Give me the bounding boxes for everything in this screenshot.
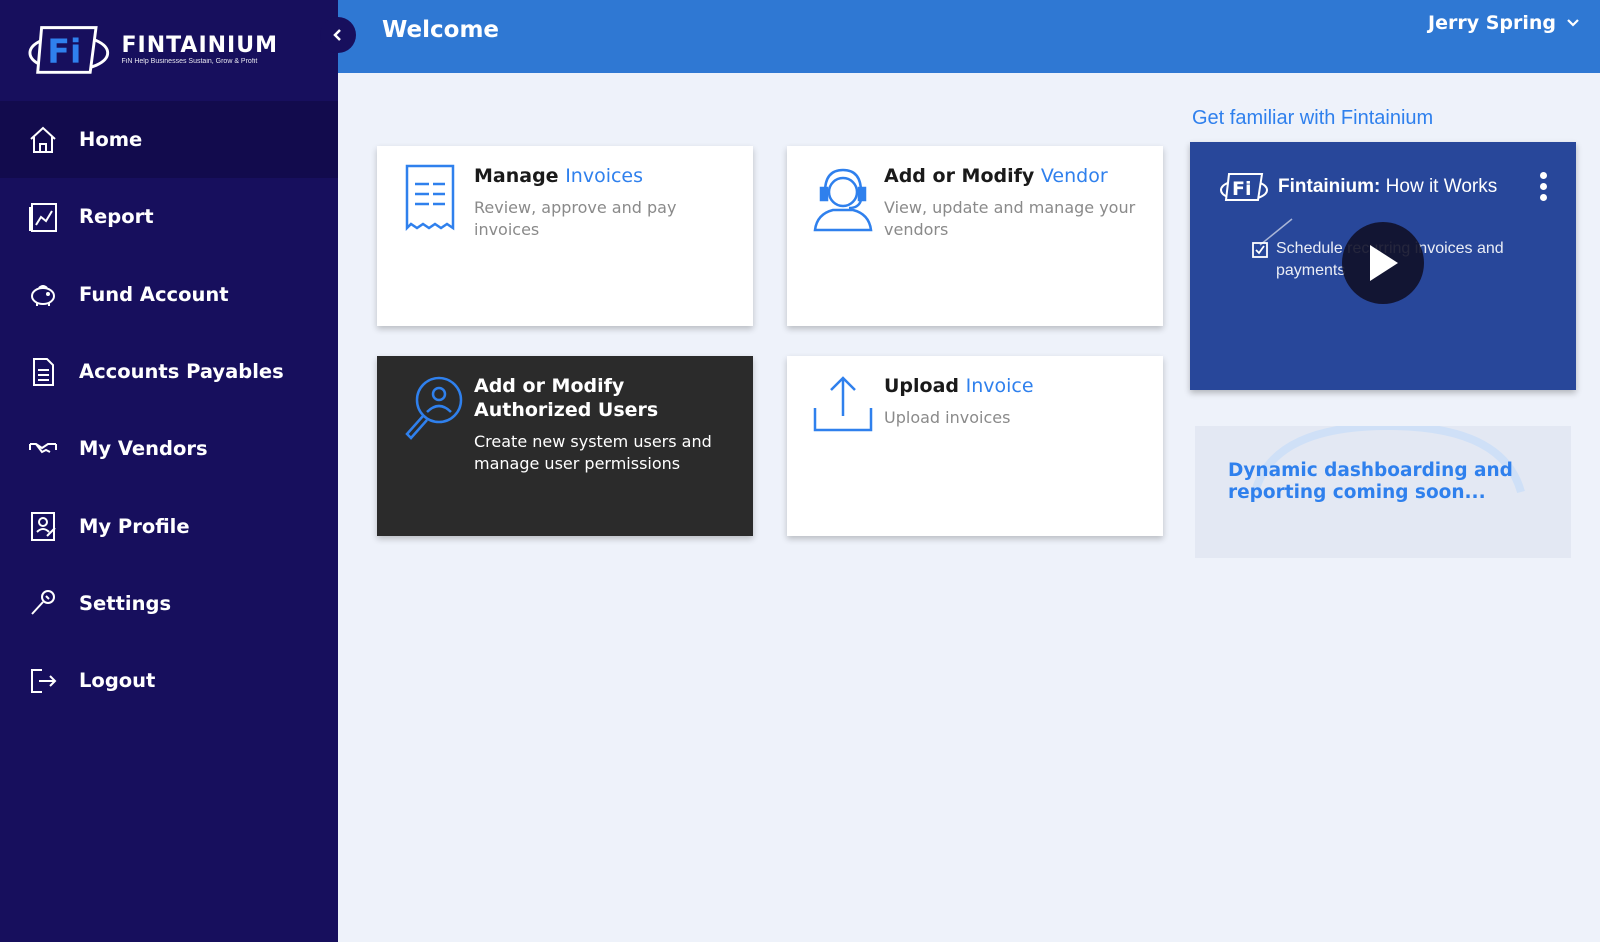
add-modify-users-card[interactable]: Add or Modify Authorized Users Create ne… [377, 356, 753, 536]
manage-invoices-card[interactable]: Manage Invoices Review, approve and pay … [377, 146, 753, 326]
familiar-heading: Get familiar with Fintainium [1192, 107, 1434, 129]
sidebar-item-report[interactable]: Report [0, 178, 338, 255]
sidebar-item-label: My Profile [79, 514, 190, 538]
add-modify-vendor-card[interactable]: Add or Modify Vendor View, update and ma… [787, 146, 1163, 326]
sidebar-item-label: Fund Account [79, 282, 229, 306]
card-description: View, update and manage your vendors [884, 198, 1136, 239]
upload-icon [813, 376, 873, 432]
sidebar-item-label: Report [79, 205, 154, 229]
home-icon [27, 124, 59, 156]
coming-soon-panel: Dynamic dashboarding and reporting comin… [1195, 426, 1571, 558]
handshake-icon [27, 433, 59, 465]
upload-invoice-card[interactable]: Upload Invoice Upload invoices [787, 356, 1163, 536]
sidebar-collapse-button[interactable] [320, 17, 356, 53]
logout-icon [27, 665, 59, 697]
fintainium-logo-icon: Fi [1220, 173, 1268, 201]
card-description: Create new system users and manage user … [474, 432, 712, 473]
how-it-works-video[interactable]: Fi Fintainium: How it Works Schedule rec… [1190, 142, 1576, 390]
sidebar-item-label: Settings [79, 591, 172, 615]
user-menu[interactable]: Jerry Spring [1428, 12, 1580, 34]
more-options-icon[interactable] [1540, 172, 1550, 208]
sidebar-nav: Home Report Fund Account Accounts Payabl… [0, 101, 338, 719]
profile-card-icon [27, 510, 59, 542]
document-icon [27, 356, 59, 388]
card-description: Review, approve and pay invoices [474, 198, 677, 239]
brand-logo[interactable]: Fi FINTAINIUM FiN Help Businesses Sustai… [28, 18, 278, 80]
page-title: Welcome [382, 17, 500, 43]
sidebar-item-settings[interactable]: Settings [0, 565, 338, 642]
chevron-down-icon [1567, 19, 1579, 27]
sidebar-item-my-profile[interactable]: My Profile [0, 487, 338, 564]
sidebar-item-label: Logout [79, 669, 156, 693]
sidebar-item-logout[interactable]: Logout [0, 642, 338, 719]
wrench-icon [27, 587, 59, 619]
sidebar-item-accounts-payables[interactable]: Accounts Payables [0, 333, 338, 410]
user-search-icon [405, 376, 463, 440]
piggy-bank-icon [27, 278, 59, 310]
svg-text:Fi: Fi [1232, 178, 1252, 200]
sidebar-item-label: My Vendors [79, 437, 208, 461]
card-description: Upload invoices [884, 408, 1011, 427]
card-title: Add or Modify Authorized Users [474, 375, 659, 421]
sidebar-item-fund-account[interactable]: Fund Account [0, 256, 338, 333]
sidebar-item-home[interactable]: Home [0, 101, 338, 179]
svg-text:Fi: Fi [47, 32, 81, 71]
sidebar: Fi FINTAINIUM FiN Help Businesses Sustai… [0, 0, 338, 942]
card-title: Manage Invoices [474, 165, 644, 187]
user-name: Jerry Spring [1428, 12, 1556, 34]
brand-tagline: FiN Help Businesses Sustain, Grow & Prof… [121, 57, 258, 65]
report-chart-icon [27, 201, 59, 233]
fintainium-logo-icon: Fi [28, 26, 110, 74]
card-title: Add or Modify Vendor [884, 165, 1108, 187]
sidebar-item-label: Accounts Payables [79, 360, 284, 384]
invoice-receipt-icon [405, 164, 455, 232]
coming-soon-text: Dynamic dashboarding and reporting comin… [1228, 460, 1513, 503]
play-icon [1370, 245, 1398, 281]
play-button[interactable] [1342, 222, 1424, 304]
card-title: Upload Invoice [884, 375, 1034, 397]
video-title: Fintainium: How it Works [1278, 176, 1498, 197]
sidebar-item-label: Home [79, 128, 143, 152]
chevron-left-icon [333, 29, 341, 41]
brand-name: FINTAINIUM [121, 32, 278, 58]
headset-user-icon [813, 168, 873, 232]
sidebar-item-my-vendors[interactable]: My Vendors [0, 410, 338, 487]
top-header: Welcome Jerry Spring [338, 0, 1600, 73]
checkbox-icon [1252, 242, 1268, 258]
